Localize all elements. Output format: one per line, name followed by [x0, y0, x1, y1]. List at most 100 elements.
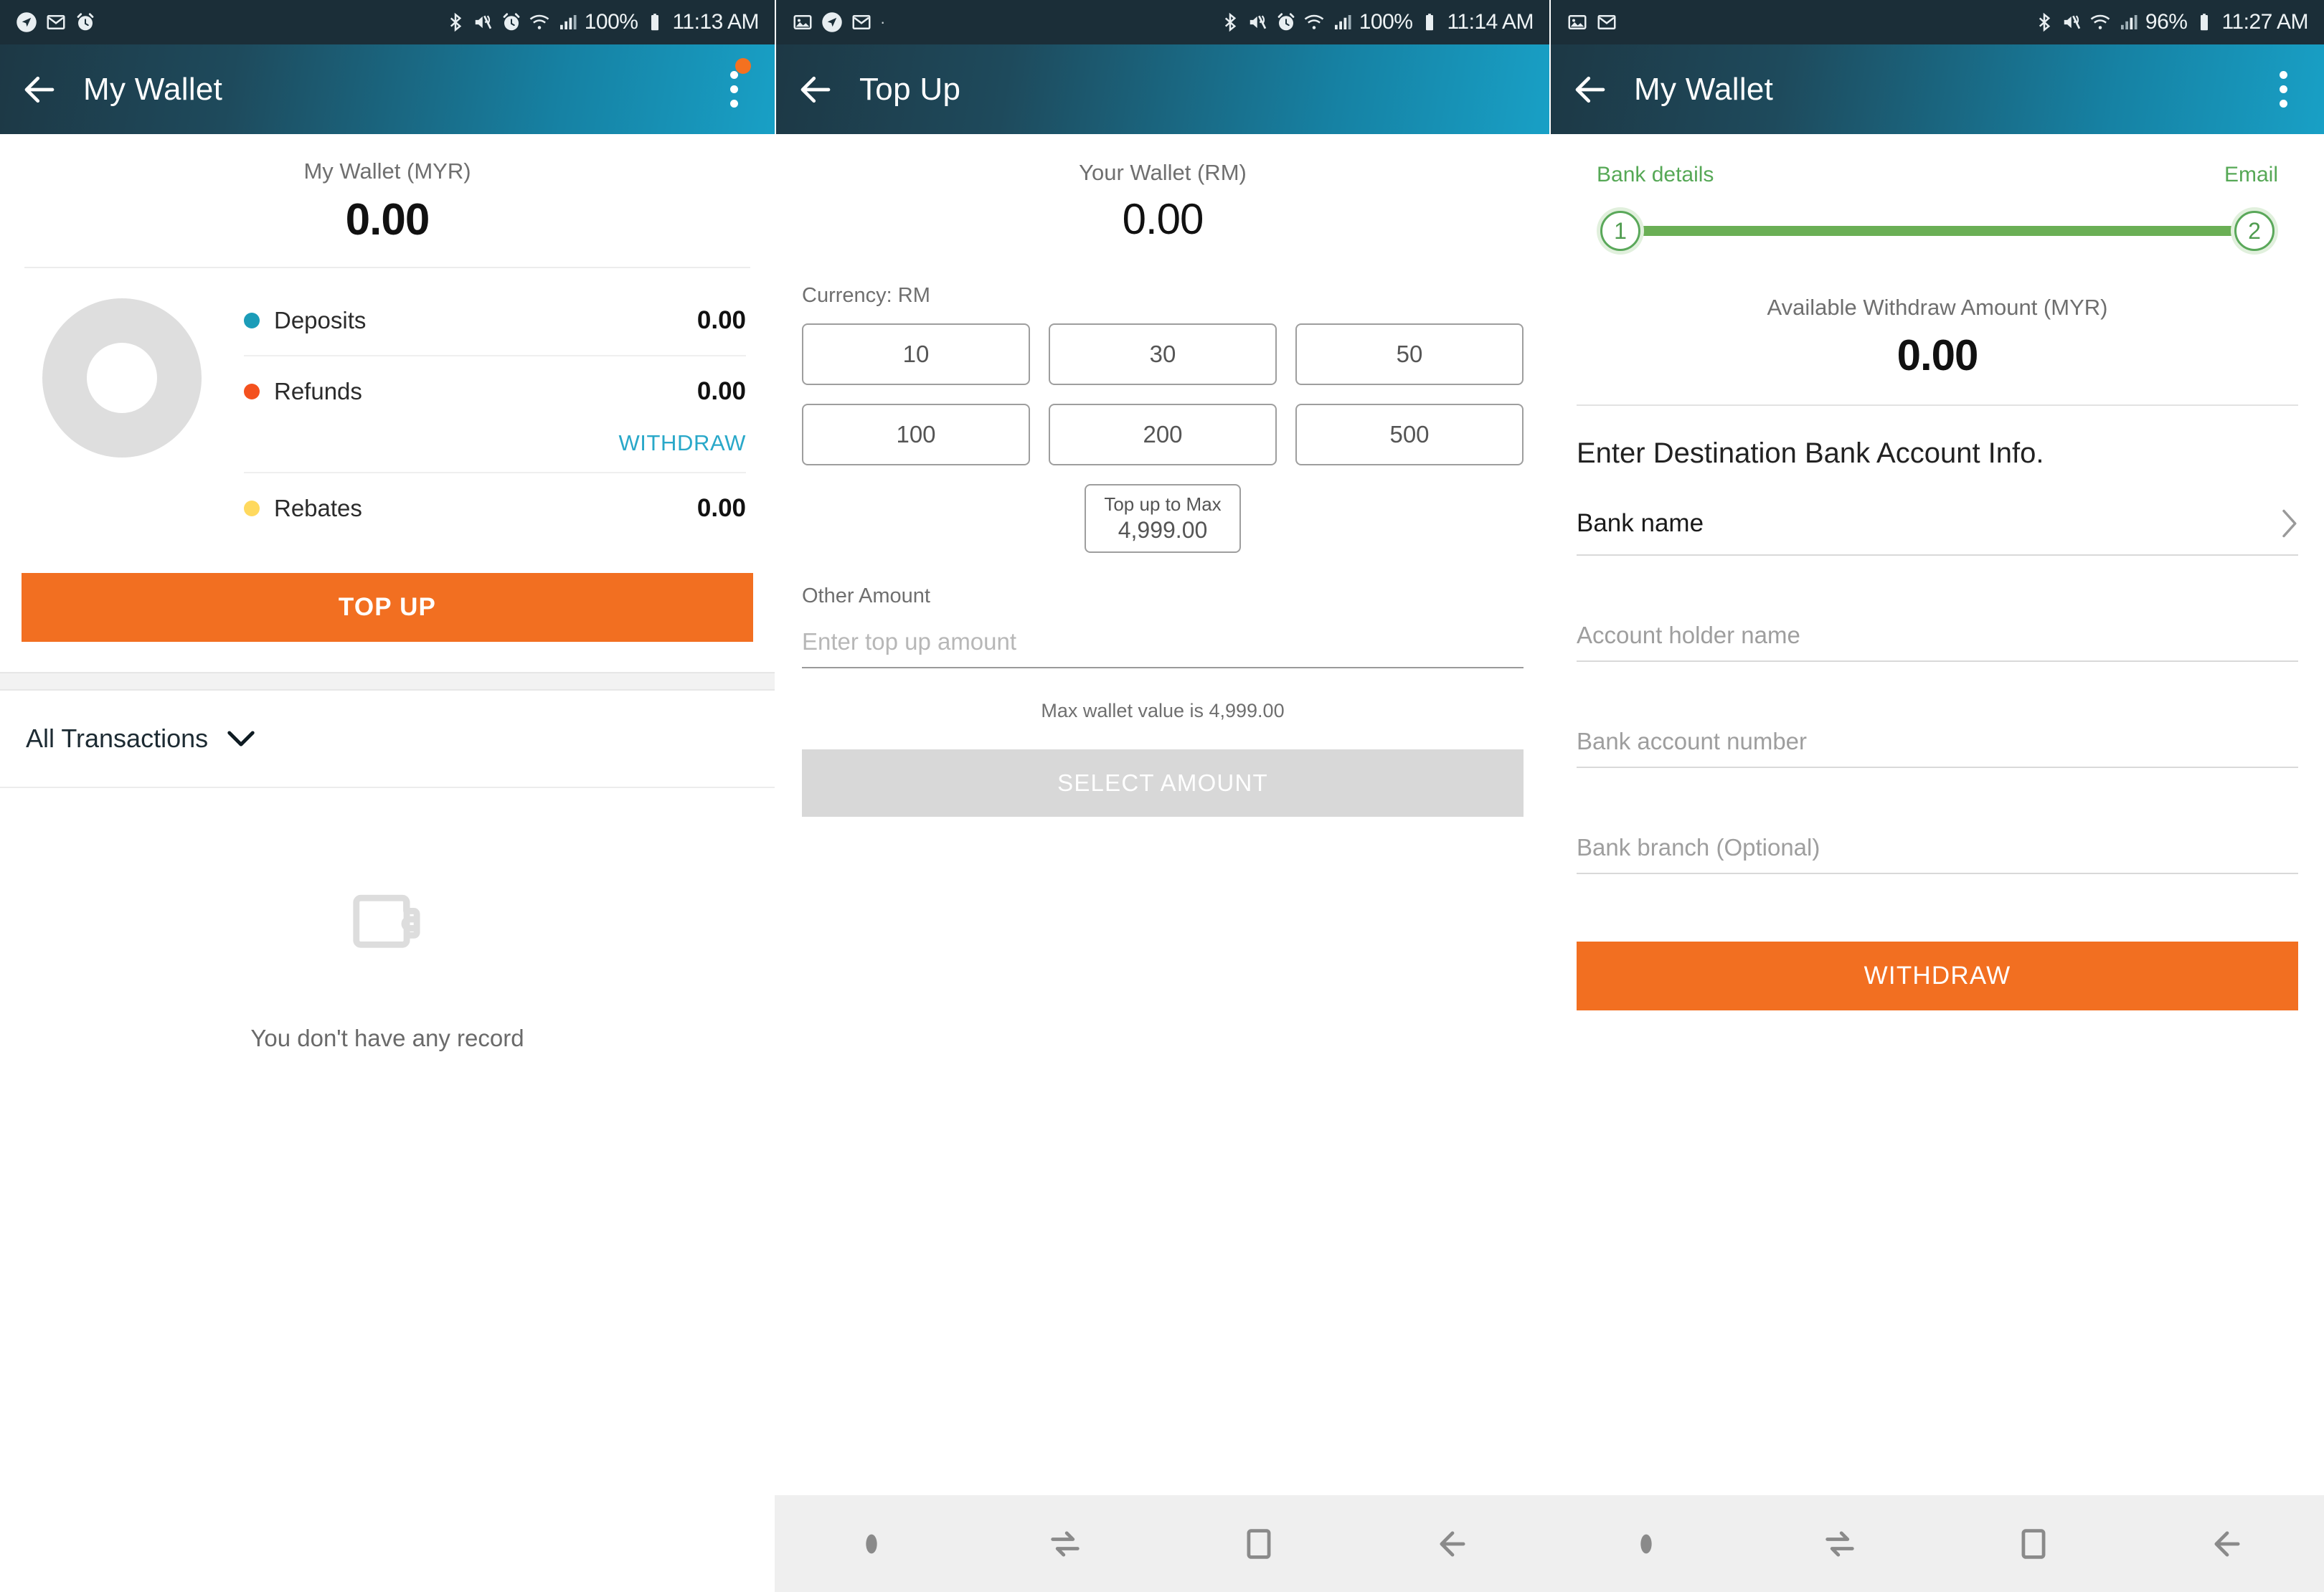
battery-percent: 100% [1359, 10, 1413, 34]
page-title: My Wallet [1634, 71, 1774, 107]
amount-chip-200[interactable]: 200 [1049, 404, 1277, 465]
battery-percent: 100% [584, 10, 638, 34]
breakdown-rows: Deposits 0.00 Refunds 0.00 WITHDRAW Reba… [244, 285, 775, 543]
bluetooth-icon [450, 12, 461, 32]
overflow-dot [729, 71, 738, 79]
alarm-icon [77, 13, 94, 31]
battery-icon [2201, 14, 2209, 31]
breakdown-label: Rebates [274, 494, 362, 521]
status-bar: 100% 11:13 AM [0, 0, 775, 44]
mute-vibrate-icon [1250, 15, 1266, 29]
home-icon[interactable] [1219, 1505, 1298, 1583]
currency-label: Currency: RM [802, 284, 930, 307]
wallet-breakdown: Deposits 0.00 Refunds 0.00 WITHDRAW Reba… [0, 268, 775, 543]
amount-chip-10[interactable]: 10 [802, 323, 1030, 385]
status-bar-right-icons: 100% 11:14 AM [1219, 10, 1534, 34]
amount-chip-500[interactable]: 500 [1295, 404, 1524, 465]
overflow-dot [2279, 85, 2287, 93]
step-node-2[interactable]: 2 [2231, 207, 2278, 255]
breakdown-label: Deposits [274, 306, 367, 333]
chevron-right-icon[interactable] [2280, 508, 2298, 539]
top-up-to-max-chip[interactable]: Top up to Max 4,999.00 [1085, 484, 1241, 553]
wallet-balance: 0.00 [1122, 195, 1204, 243]
wallet-balance: 0.00 [345, 195, 430, 245]
back-arrow-icon[interactable] [20, 70, 59, 109]
overflow-dot [2279, 71, 2287, 79]
select-amount-button[interactable]: SELECT AMOUNT [802, 749, 1524, 817]
withdraw-button[interactable]: WITHDRAW [1577, 942, 2298, 1010]
menu-dot-icon[interactable] [1607, 1505, 1686, 1583]
signal-icon [1334, 15, 1351, 29]
navigation-icon [822, 12, 842, 32]
bank-branch-input[interactable]: Bank branch (Optional) [1551, 768, 2324, 873]
image-icon [1568, 15, 1587, 29]
deposits-legend-dot [244, 312, 260, 328]
breakdown-value: 0.00 [696, 376, 746, 405]
withdraw-stepper: Bank details Email 1 2 [1551, 134, 2324, 262]
account-holder-name-input[interactable]: Account holder name [1551, 556, 2324, 660]
wallet-donut-chart [42, 298, 202, 458]
section-spacer [0, 672, 775, 691]
amount-chip-50[interactable]: 50 [1295, 323, 1524, 385]
bluetooth-icon [2039, 12, 2051, 32]
back-arrow-icon[interactable] [796, 70, 835, 109]
top-up-button[interactable]: TOP UP [22, 573, 753, 642]
recents-icon[interactable] [1800, 1505, 1879, 1583]
battery-icon [651, 14, 659, 31]
bank-account-number-input[interactable]: Bank account number [1551, 662, 2324, 767]
signal-icon [2120, 15, 2138, 29]
wifi-icon [2090, 14, 2110, 29]
breakdown-value: 0.00 [696, 493, 746, 522]
step-number-1: 1 [1600, 211, 1640, 251]
gmail-icon [47, 15, 65, 29]
stepper-labels: Bank details Email [1597, 163, 2278, 187]
other-amount-input[interactable]: Enter top up amount [802, 628, 1524, 668]
wallet-currency-label: Your Wallet (RM) [1079, 160, 1247, 185]
step-number-2: 2 [2234, 211, 2275, 251]
overflow-menu-button[interactable] [2262, 65, 2304, 115]
empty-state-text: You don't have any record [250, 1025, 524, 1051]
withdraw-link[interactable]: WITHDRAW [244, 426, 746, 472]
amount-chip-grid: 10 30 50 100 200 500 [776, 308, 1549, 465]
three-screenshot-strip: 100% 11:13 AM My Wallet My Wallet (MYR) … [0, 0, 2324, 1592]
overflow-menu-button[interactable] [713, 57, 755, 115]
battery-percent: 96% [2145, 10, 2188, 34]
available-withdraw-amount: 0.00 [1896, 331, 1979, 379]
breakdown-row-rebates: Rebates 0.00 [244, 473, 746, 543]
overflow-dot [729, 100, 738, 108]
bank-name-selector[interactable]: Bank name [1551, 470, 2324, 554]
android-navigation-bar [775, 1495, 2324, 1592]
clock-time: 11:27 AM [2221, 10, 2308, 34]
app-bar: Top Up [776, 44, 1549, 134]
back-icon[interactable] [2188, 1505, 2267, 1583]
available-withdraw-label: Available Withdraw Amount (MYR) [1767, 295, 2108, 320]
status-bar-left-icons [1567, 11, 1617, 33]
step-node-1[interactable]: 1 [1597, 207, 1644, 255]
page-title: Top Up [859, 71, 961, 107]
bluetooth-icon [1224, 12, 1236, 32]
signal-icon [559, 15, 577, 29]
wallet-icon [352, 894, 420, 948]
home-icon[interactable] [1994, 1505, 2073, 1583]
back-icon[interactable] [1413, 1505, 1492, 1583]
page-title: My Wallet [83, 71, 223, 107]
divider [1577, 873, 2298, 874]
navigation-bar-right [1549, 1495, 2324, 1592]
battery-icon [1426, 14, 1434, 31]
transactions-filter-label: All Transactions [26, 724, 209, 753]
amount-chip-30[interactable]: 30 [1049, 323, 1277, 385]
section-heading: Enter Destination Bank Account Info. [1577, 437, 2044, 469]
recents-icon[interactable] [1026, 1505, 1105, 1583]
empty-state: You don't have any record [0, 788, 775, 1052]
stepper-track: 1 2 [1597, 200, 2278, 262]
back-arrow-icon[interactable] [1571, 70, 1610, 109]
top-up-to-max-value: 4,999.00 [1118, 517, 1208, 543]
amount-chip-100[interactable]: 100 [802, 404, 1030, 465]
transactions-filter[interactable]: All Transactions [0, 691, 775, 787]
menu-dot-icon[interactable] [832, 1505, 911, 1583]
panel-withdraw: 96% 11:27 AM My Wallet Bank details Emai… [1549, 0, 2324, 1592]
rebates-legend-dot [244, 500, 260, 516]
bank-branch-placeholder: Bank branch (Optional) [1577, 834, 1820, 861]
chevron-down-icon[interactable] [227, 729, 255, 748]
status-bar-right-icons: 96% 11:27 AM [2034, 10, 2308, 34]
